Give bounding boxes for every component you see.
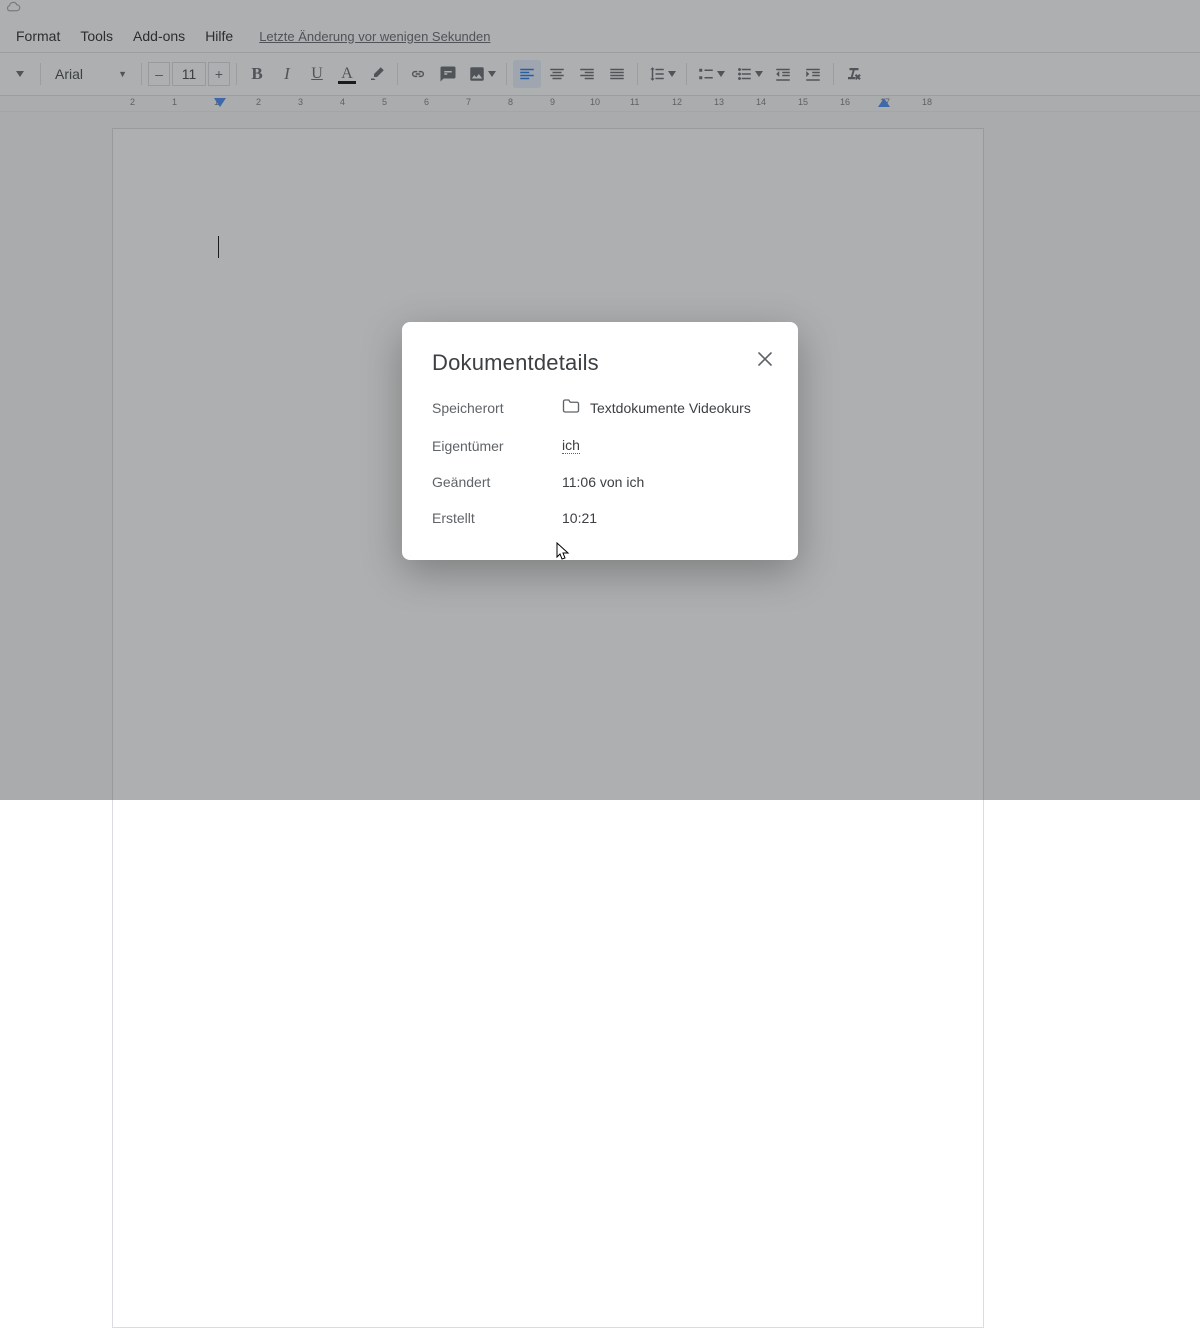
close-icon — [757, 351, 773, 367]
location-label: Speicherort — [432, 400, 562, 416]
document-details-dialog: Dokumentdetails Speicherort Textdokument… — [402, 322, 798, 560]
created-label: Erstellt — [432, 510, 562, 526]
detail-row-location: Speicherort Textdokumente Videokurs — [432, 398, 768, 417]
location-value[interactable]: Textdokumente Videokurs — [590, 400, 751, 416]
modified-label: Geändert — [432, 474, 562, 490]
folder-icon — [562, 398, 580, 417]
detail-row-created: Erstellt 10:21 — [432, 510, 768, 526]
detail-row-modified: Geändert 11:06 von ich — [432, 474, 768, 490]
owner-label: Eigentümer — [432, 438, 562, 454]
detail-row-owner: Eigentümer ich — [432, 437, 768, 454]
created-value: 10:21 — [562, 510, 597, 526]
dialog-title: Dokumentdetails — [432, 350, 768, 376]
owner-value: ich — [562, 437, 580, 454]
dialog-close-button[interactable] — [750, 344, 780, 374]
modified-value: 11:06 von ich — [562, 474, 644, 490]
